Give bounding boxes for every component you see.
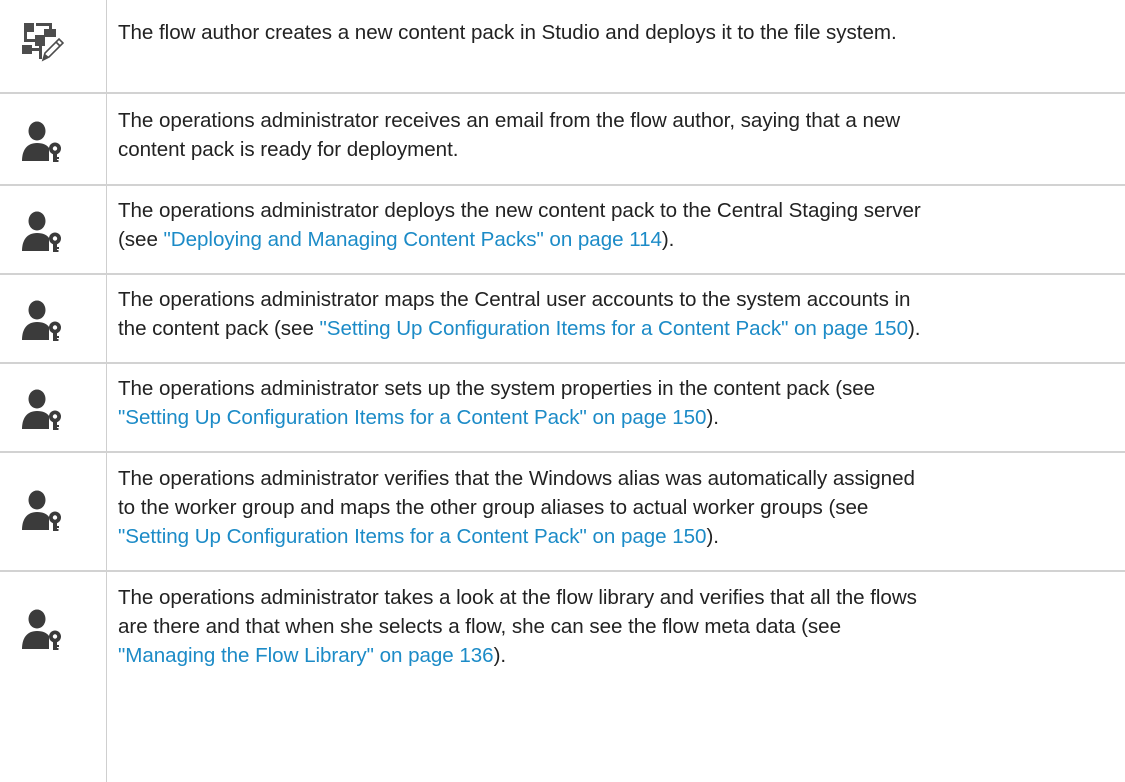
step-text-line: "Managing the Flow Library" on page 136)… xyxy=(118,641,1111,670)
step-icon-cell xyxy=(0,364,107,451)
operations-admin-icon xyxy=(20,388,64,432)
step-row-7: The operations administrator takes a loo… xyxy=(0,572,1125,782)
setting-up-configuration-items-link[interactable]: "Setting Up Configuration Items for a Co… xyxy=(118,525,707,548)
deploying-managing-content-packs-link[interactable]: "Deploying and Managing Content Packs" o… xyxy=(164,228,662,251)
setting-up-configuration-items-link[interactable]: "Setting Up Configuration Items for a Co… xyxy=(118,406,707,429)
step-text-line: content pack is ready for deployment. xyxy=(118,138,459,161)
step-text-segment: the content pack (see xyxy=(118,317,320,340)
operations-admin-icon xyxy=(20,608,64,652)
step-text-line: the content pack (see "Setting Up Config… xyxy=(118,314,1111,343)
step-icon-cell xyxy=(0,453,107,570)
step-row-5: The operations administrator sets up the… xyxy=(0,364,1125,453)
step-text-line: The operations administrator deploys the… xyxy=(118,199,921,222)
step-text-line: "Setting Up Configuration Items for a Co… xyxy=(118,403,1111,432)
step-text-line: The operations administrator sets up the… xyxy=(118,377,876,400)
step-icon-cell xyxy=(0,572,107,782)
step-icon-cell xyxy=(0,94,107,184)
step-row-1: The flow author creates a new content pa… xyxy=(0,0,1125,94)
step-text-segment: ). xyxy=(661,228,675,251)
step-text-line: The operations administrator takes a loo… xyxy=(118,586,917,609)
step-text-segment: (see xyxy=(118,228,164,251)
operations-admin-icon xyxy=(20,210,64,254)
setting-up-configuration-items-link[interactable]: "Setting Up Configuration Items for a Co… xyxy=(320,317,909,340)
step-icon-cell xyxy=(0,186,107,273)
step-text-line: "Setting Up Configuration Items for a Co… xyxy=(118,522,1111,551)
step-text-segment: ). xyxy=(706,525,719,548)
step-row-4: The operations administrator maps the Ce… xyxy=(0,275,1125,364)
operations-admin-icon xyxy=(20,299,64,343)
step-icon-cell xyxy=(0,0,107,92)
operations-admin-icon xyxy=(20,120,64,164)
step-text-line: The operations administrator receives an… xyxy=(118,109,901,132)
step-text-segment: ). xyxy=(493,644,507,667)
step-text-line: are there and that when she selects a fl… xyxy=(118,615,841,638)
step-text-segment: ). xyxy=(706,406,719,429)
step-row-6: The operations administrator verifies th… xyxy=(0,453,1125,572)
flow-author-icon xyxy=(20,19,64,63)
step-row-3: The operations administrator deploys the… xyxy=(0,186,1125,275)
step-icon-cell xyxy=(0,275,107,362)
operations-admin-icon xyxy=(20,489,64,533)
step-text-line: to the worker group and maps the other g… xyxy=(118,496,869,519)
step-text-line: The operations administrator maps the Ce… xyxy=(118,288,911,311)
step-row-2: The operations administrator receives an… xyxy=(0,94,1125,186)
managing-flow-library-link[interactable]: "Managing the Flow Library" on page 136 xyxy=(118,644,494,667)
step-text-line: The flow author creates a new content pa… xyxy=(118,21,897,44)
step-text-line: (see "Deploying and Managing Content Pac… xyxy=(118,225,1111,254)
step-text-line: The operations administrator verifies th… xyxy=(118,467,915,490)
step-text-segment: ). xyxy=(907,317,921,340)
